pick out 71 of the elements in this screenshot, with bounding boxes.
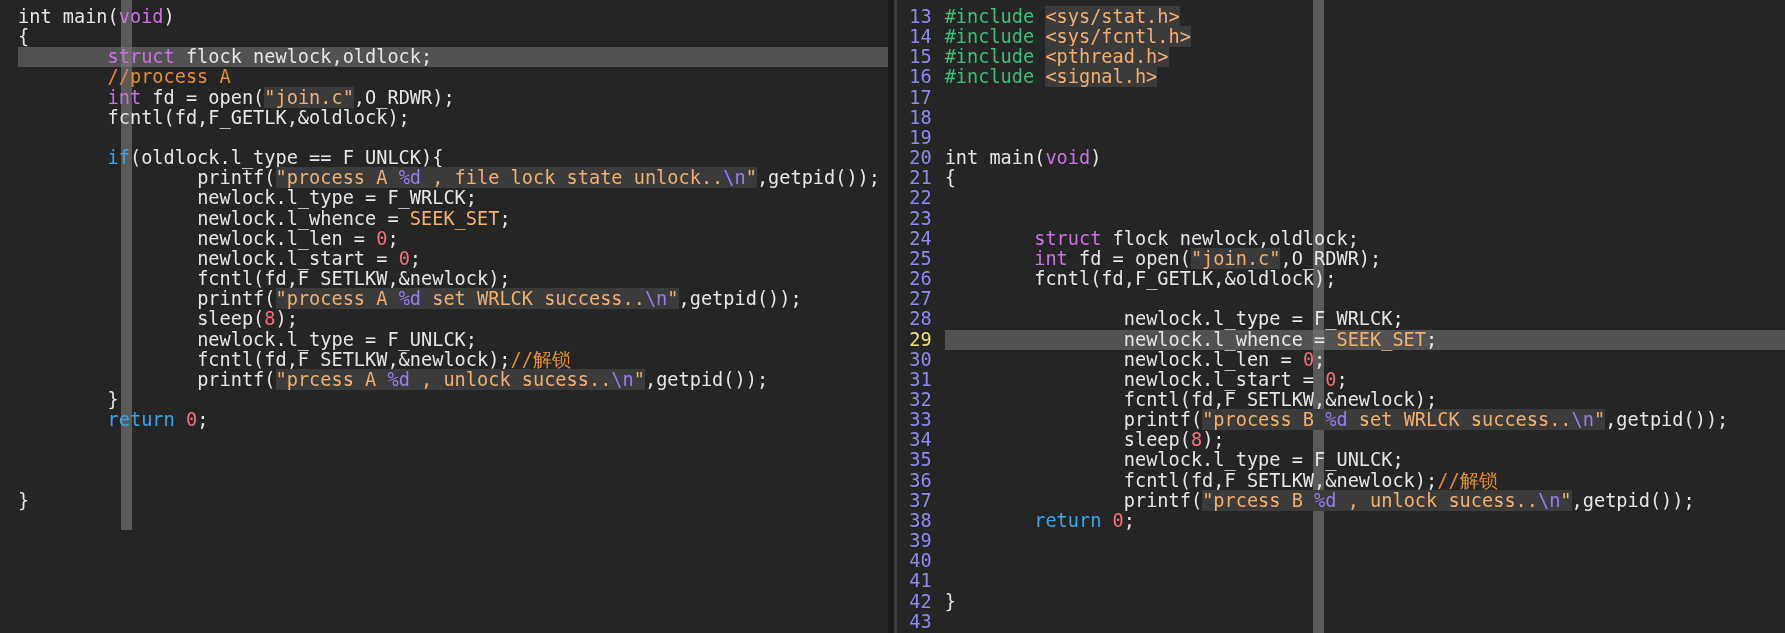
line-number: 22 — [908, 188, 932, 209]
line-number: 26 — [908, 269, 932, 290]
code-line: #include <signal.h> — [944, 67, 1158, 88]
line-number: 27 — [908, 289, 932, 310]
code-line: newlock.l_whence = SEEK_SET; — [196, 208, 512, 229]
line-number: 43 — [908, 611, 932, 632]
code-line: newlock.l_type = F_WRLCK; — [196, 188, 478, 209]
line-number: 21 — [908, 168, 932, 189]
code-line: printf("prcess B %d , unlock sucess..\n",getpid()); — [1122, 490, 1696, 511]
code-line: newlock.l_type = F_UNLCK; — [1122, 450, 1405, 471]
code-line: fcntl(fd,F_SETLKW,&newlock);//解锁 — [1122, 470, 1499, 491]
line-number: 23 — [908, 208, 932, 229]
line-number: 31 — [908, 369, 932, 390]
line-number: 38 — [908, 510, 932, 532]
line-number: 18 — [908, 107, 932, 128]
line-number: 20 — [908, 148, 932, 169]
code-line: int main(void) — [18, 7, 176, 28]
line-number: 41 — [908, 571, 932, 592]
line-number: 40 — [908, 551, 932, 572]
code-line: printf("process A %d set WRLCK success..\n",getpid()); — [196, 289, 803, 310]
code-line: if(oldlock.l_type == F_UNLCK){ — [106, 148, 445, 169]
line-number: 13 — [908, 7, 932, 28]
code-line: newlock.l_len = 0; — [196, 228, 400, 249]
line-number: 36 — [908, 470, 932, 491]
line-number: 30 — [908, 349, 932, 370]
code-line: fcntl(fd,F_GETLK,&oldlock); — [1033, 269, 1337, 290]
code-line: newlock.l_len = 0; — [1122, 349, 1327, 370]
code-line: printf("process B %d set WRLCK success..\n",getpid()); — [1122, 410, 1730, 431]
line-number: 28 — [908, 309, 932, 330]
line-number: 17 — [908, 87, 932, 108]
code-line: int fd = open("join.c",O_RDWR); — [1033, 248, 1383, 270]
code-line: struct flock newlock,oldlock; — [1033, 228, 1360, 249]
line-number: 34 — [908, 430, 932, 451]
code-line: newlock.l_start = 0; — [196, 248, 422, 270]
line-number: 42 — [908, 591, 932, 612]
code-line: printf("prcess A %d , unlock sucess..\n",getpid()); — [196, 369, 770, 390]
line-number: 16 — [908, 67, 932, 88]
code-line: } — [944, 591, 957, 612]
code-line: return 0; — [1033, 510, 1135, 532]
code-line: return 0; — [106, 410, 210, 431]
line-number: 37 — [908, 490, 932, 511]
code-line: fcntl(fd,F_GETLK,&oldlock); — [106, 107, 410, 128]
code-line: newlock.l_type = F_UNLCK; — [196, 329, 477, 350]
code-line: } — [106, 389, 120, 411]
code-line: { — [18, 27, 31, 48]
code-line: } — [18, 490, 31, 511]
code-line: int fd = open("join.c",O_RDWR); — [106, 87, 456, 108]
code-line: sleep(8); — [1122, 430, 1225, 451]
code-line: #include <sys/fcntl.h> — [944, 27, 1192, 48]
line-number: 14 — [908, 27, 932, 48]
line-number: 39 — [908, 531, 932, 552]
code-line: sleep(8); — [196, 309, 298, 330]
line-number: 19 — [908, 127, 932, 149]
code-line: #include <sys/stat.h> — [944, 7, 1181, 28]
code-line: fcntl(fd,F_SETLKW,&newlock); — [1122, 389, 1439, 411]
code-line: { — [944, 168, 957, 189]
line-number: 25 — [908, 248, 932, 270]
code-line: #include <pthread.h> — [944, 47, 1169, 68]
line-number: 24 — [908, 228, 932, 249]
line-number: 33 — [908, 410, 932, 431]
code-line: fcntl(fd,F_SETLKW,&newlock);//解锁 — [196, 349, 572, 370]
code-line: //process A — [106, 67, 232, 88]
code-line: int main(void) — [944, 148, 1103, 169]
line-number: 35 — [908, 450, 932, 471]
code-line: fcntl(fd,F_SETLKW,&newlock); — [196, 269, 512, 290]
line-number: 32 — [908, 389, 932, 411]
code-line: printf("process A %d , file lock state unlock..\n",getpid()); — [197, 168, 881, 189]
line-number: 29 — [908, 329, 932, 350]
line-number: 15 — [908, 47, 932, 68]
code-line: newlock.l_start = 0; — [1122, 369, 1348, 390]
code-line: newlock.l_type = F_WRLCK; — [1122, 309, 1405, 330]
